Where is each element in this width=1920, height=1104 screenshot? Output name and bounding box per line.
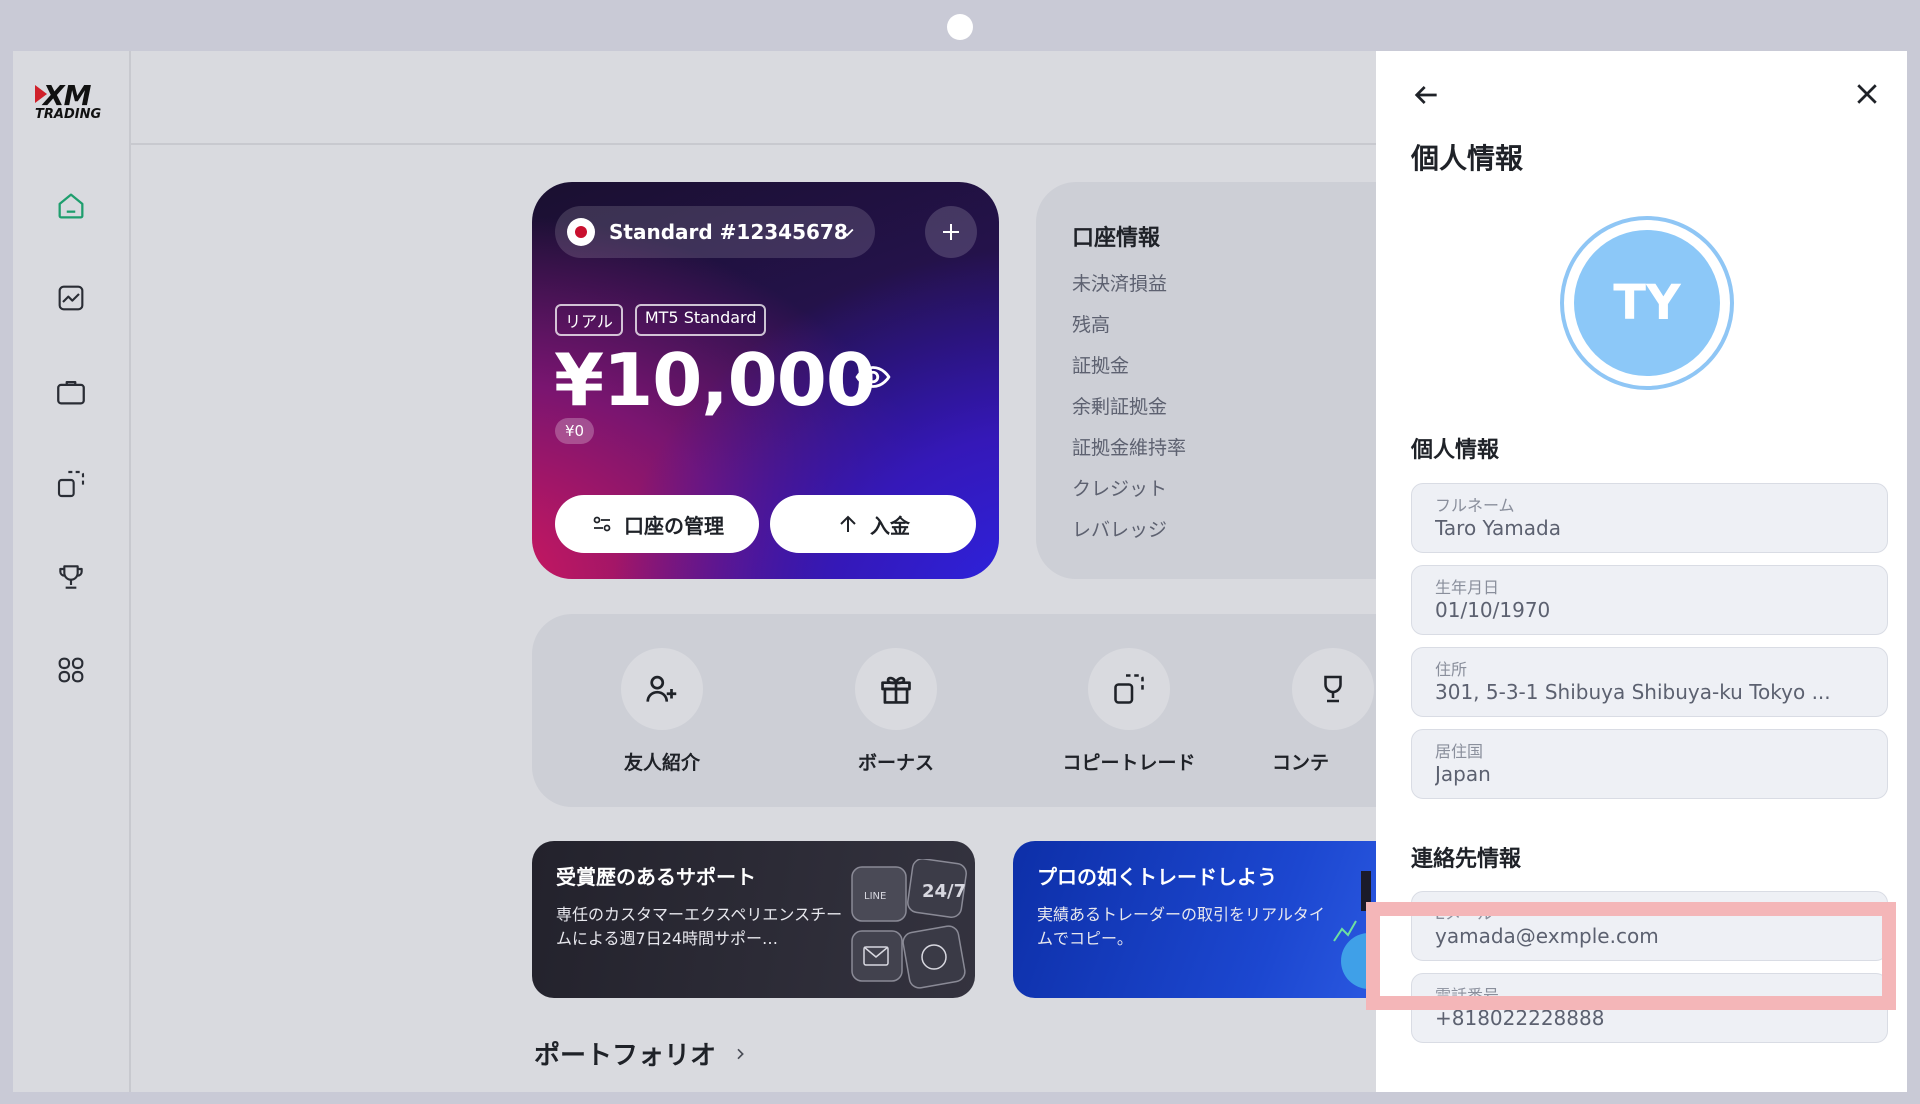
promo-title: プロの如くトレードしよう [1037, 865, 1277, 889]
manage-account-button[interactable]: 口座の管理 [555, 495, 759, 553]
field-value: 01/10/1970 [1435, 598, 1551, 622]
copy-trade-icon [1088, 648, 1170, 730]
account-type-tag: リアル [555, 304, 623, 336]
portfolio-link[interactable]: ポートフォリオ [534, 1035, 748, 1072]
field-label: 居住国 [1435, 742, 1484, 761]
quick-action-copy-trade[interactable]: コピートレード [1039, 648, 1219, 775]
credit-badge: ¥0 [555, 418, 595, 444]
promo-title: 受賞歴のあるサポート [556, 865, 756, 889]
add-account-button[interactable] [925, 206, 977, 258]
promo-text: 実績あるトレーダーの取引をリアルタイムでコピー。 [1037, 905, 1325, 948]
info-free-margin: 余剰証拠金 [1072, 396, 1168, 418]
xm-logo[interactable]: XM TRADING [33, 79, 113, 123]
account-selector[interactable]: Standard #12345678 [555, 206, 875, 258]
field-value: Taro Yamada [1435, 516, 1561, 540]
support-chat-icon: 24/7 LINE [851, 859, 967, 989]
gift-icon [855, 648, 937, 730]
portfolio-title: ポートフォリオ [534, 1041, 717, 1071]
field-label: Eメール [1435, 904, 1494, 923]
field-label: 生年月日 [1435, 578, 1500, 597]
deposit-label: 入金 [870, 513, 910, 538]
support-badge-text: 24/7 [922, 881, 966, 902]
avatar-initials: TY [1574, 230, 1720, 376]
deposit-button[interactable]: 入金 [770, 495, 976, 553]
field-value: 301, 5-3-1 Shibuya Shibuya-ku Tokyo ... [1435, 680, 1831, 704]
chevron-down-icon [837, 222, 857, 246]
info-unrealized-pnl: 未決済損益 [1072, 273, 1168, 295]
chart-icon[interactable] [51, 278, 91, 318]
panel-title: 個人情報 [1411, 142, 1524, 175]
copy-trade-icon[interactable] [51, 464, 91, 504]
phone-field[interactable]: 電話番号 +818022228888 [1411, 973, 1888, 1043]
platform-tag: MT5 Standard [634, 304, 767, 336]
email-field[interactable]: Eメール yamada@exmple.com [1411, 891, 1888, 961]
full-name-field[interactable]: フルネーム Taro Yamada [1411, 483, 1888, 553]
field-label: 住所 [1435, 660, 1468, 679]
promo-support[interactable]: 受賞歴のあるサポート 専任のカスタマーエクスペリエンスチームによる週7日24時間… [532, 841, 975, 998]
address-field[interactable]: 住所 301, 5-3-1 Shibuya Shibuya-ku Tokyo .… [1411, 647, 1888, 717]
promo-text: 専任のカスタマーエクスペリエンスチームによる週7日24時間サポー… [556, 905, 843, 948]
account-tags: リアル MT5 Standard [555, 304, 767, 336]
sliders-icon [593, 516, 611, 532]
device-frame: XM TRADING Standard #12345678 リアル MT5 St… [0, 0, 1920, 1104]
contact-info-heading: 連絡先情報 [1411, 847, 1522, 872]
plus-icon [943, 224, 959, 240]
personal-info-heading: 個人情報 [1411, 438, 1500, 463]
manage-account-label: 口座の管理 [624, 513, 724, 538]
promo-copy-trading[interactable]: プロの如くトレードしよう 実績あるトレーダーの取引をリアルタイムでコピー。 [1013, 841, 1376, 998]
info-balance: 残高 [1072, 314, 1111, 336]
top-header [131, 51, 1376, 145]
birth-date-field[interactable]: 生年月日 01/10/1970 [1411, 565, 1888, 635]
back-arrow-icon[interactable] [1410, 79, 1442, 115]
personal-info-panel: 個人情報 TY 個人情報 フルネーム Taro Yamada 生年月日 01/1… [1376, 51, 1907, 1092]
avatar[interactable]: TY [1560, 216, 1734, 390]
add-user-icon [621, 648, 703, 730]
field-label: 電話番号 [1435, 986, 1500, 1005]
trophy-icon[interactable] [51, 557, 91, 597]
trader-illustration-icon [1333, 871, 1376, 989]
info-leverage: レバレッジ [1072, 519, 1168, 541]
info-margin-level: 証拠金維持率 [1072, 437, 1187, 459]
trophy-icon [1292, 648, 1374, 730]
briefcase-icon[interactable] [51, 372, 91, 412]
japan-flag-icon [567, 218, 595, 246]
logo-subtext: TRADING [35, 107, 102, 122]
quick-action-label: ボーナス [857, 752, 934, 774]
quick-action-label: コピートレード [1062, 752, 1196, 774]
account-balance: ¥10,000 [554, 338, 876, 422]
info-margin: 証拠金 [1072, 355, 1130, 377]
info-credit: クレジット [1072, 478, 1168, 500]
home-icon[interactable] [51, 186, 91, 226]
quick-actions: 友人紹介 ボーナス コピートレード コンテ [532, 614, 1376, 807]
eye-icon[interactable] [854, 358, 892, 400]
close-icon[interactable] [1852, 79, 1882, 113]
line-badge-text: LINE [864, 891, 886, 902]
app-screen: XM TRADING Standard #12345678 リアル MT5 St… [13, 51, 1907, 1092]
chevron-right-icon [737, 1048, 744, 1059]
account-name: Standard #12345678 [609, 220, 848, 244]
quick-action-referral[interactable]: 友人紹介 [572, 648, 752, 775]
apps-grid-icon[interactable] [51, 650, 91, 690]
field-label: フルネーム [1435, 496, 1515, 515]
quick-action-label: 友人紹介 [623, 752, 700, 774]
field-value: yamada@exmple.com [1435, 924, 1659, 948]
quick-action-bonus[interactable]: ボーナス [806, 648, 986, 775]
account-card: Standard #12345678 リアル MT5 Standard ¥10,… [532, 182, 999, 579]
quick-action-contest[interactable]: コンテ [1272, 648, 1376, 775]
quick-action-label: コンテ [1272, 752, 1330, 774]
field-value: Japan [1435, 762, 1491, 786]
sidebar: XM TRADING [13, 51, 131, 1092]
country-field[interactable]: 居住国 Japan [1411, 729, 1888, 799]
field-value: +818022228888 [1435, 1006, 1605, 1030]
camera-dot [947, 14, 973, 40]
account-info-title: 口座情報 [1072, 226, 1161, 251]
account-info-card: 口座情報 未決済損益 残高 証拠金 余剰証拠金 証拠金維持率 クレジット レバレ… [1036, 182, 1376, 579]
arrow-up-icon [840, 515, 856, 532]
